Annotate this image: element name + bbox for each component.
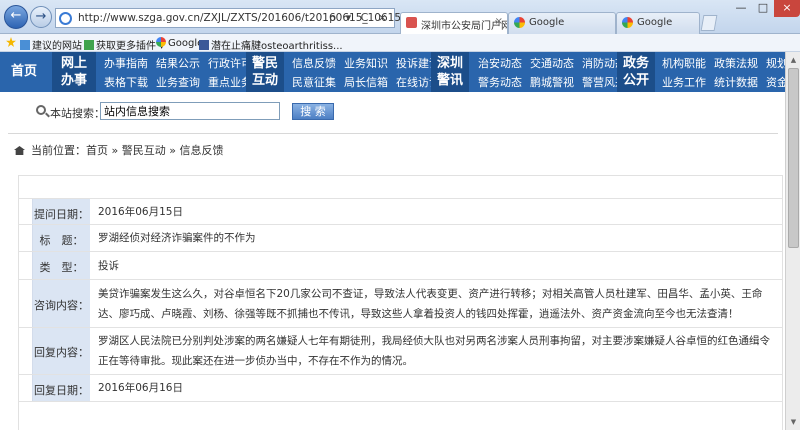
- google-favicon: [622, 17, 633, 28]
- google-favicon: [514, 17, 525, 28]
- nav-link[interactable]: 局长信箱: [344, 76, 388, 89]
- nav-link[interactable]: 统计数据: [714, 76, 758, 89]
- fav-google[interactable]: Google: [156, 37, 203, 49]
- nav-link[interactable]: 资金信息: [766, 76, 785, 89]
- nav-links-gov-affairs-row1: 机构职能政策法规规划计划: [662, 55, 785, 71]
- site-favicon: [406, 17, 417, 28]
- nav-link[interactable]: 表格下载: [104, 76, 148, 89]
- record-row-inquiry: 咨询内容： 美贷诈骗案发生这么久，对谷卓恒名下20几家公司不查证，导致法人代表变…: [18, 280, 783, 328]
- home-icon: [14, 146, 25, 155]
- nav-link[interactable]: 结果公示: [156, 57, 200, 70]
- field-value: 罗湖经侦对经济诈骗案件的不作为: [98, 232, 256, 244]
- nav-links-interaction-row2: 民意征集 局长信箱 在线访谈: [292, 74, 448, 90]
- record-row-type: 类 型： 投诉: [18, 252, 783, 280]
- field-label: 类 型：: [39, 261, 84, 274]
- scroll-thumb[interactable]: [788, 68, 799, 248]
- nav-link[interactable]: 政策法规: [714, 57, 758, 70]
- field-label: 咨询内容：: [34, 299, 89, 312]
- breadcrumb-text[interactable]: 当前位置：首页 » 警民互动 » 信息反馈: [31, 144, 223, 157]
- vertical-scrollbar[interactable]: ▲ ▼: [785, 52, 800, 430]
- nav-link[interactable]: 鹏城警视: [530, 76, 574, 89]
- favorites-bar: 建议的网站 ▾ 获取更多插件 ▾ Google 潜在止痛腱osteoarthri…: [0, 34, 800, 52]
- field-label: 标 题：: [39, 234, 84, 247]
- field-value: 美贷诈骗案发生这么久，对谷卓恒名下20几家公司不查证，导致法人代表变更、资产进行…: [98, 288, 763, 320]
- nav-link[interactable]: 警务动态: [478, 76, 522, 89]
- field-label: 回复内容：: [34, 346, 89, 359]
- nav-link[interactable]: 业务工作: [662, 76, 706, 89]
- field-label: 提问日期：: [34, 208, 89, 221]
- field-value: 2016年06月15日: [98, 206, 183, 218]
- search-label: 本站搜索：: [50, 107, 105, 120]
- nav-link[interactable]: 民意征集: [292, 76, 336, 89]
- search-button[interactable]: 搜 索: [292, 103, 334, 120]
- nav-link[interactable]: 信息反馈: [292, 57, 336, 70]
- nav-links-police-news-row2: 警务动态 鹏城警视 警营风采: [478, 74, 634, 90]
- address-controls[interactable]: ρ ▾ C ×: [329, 11, 390, 24]
- new-tab-button[interactable]: [700, 15, 718, 31]
- record-row-reply-date: 回复日期： 2016年06月16日: [18, 375, 783, 402]
- tab-szga[interactable]: 深圳市公安局门户网站 ×: [400, 12, 508, 34]
- nav-home[interactable]: 首页: [0, 52, 48, 92]
- search-icon: [36, 105, 46, 115]
- fav-get-addons[interactable]: 获取更多插件 ▾: [84, 37, 164, 52]
- nav-link[interactable]: 业务查询: [156, 76, 200, 89]
- close-window-button[interactable]: ×: [774, 0, 800, 17]
- nav-links-online-service-row1: 办事指南 结果公示 行政许可: [104, 55, 260, 71]
- fav-suggested-sites[interactable]: 建议的网站 ▾: [20, 37, 90, 52]
- nav-link[interactable]: 交通动态: [530, 57, 574, 70]
- field-value: 罗湖区人民法院已分别判处涉案的两名嫌疑人七年有期徒刑，我局经侦大队也对另两名涉案…: [98, 335, 770, 367]
- divider: [8, 133, 778, 134]
- nav-links-interaction-row1: 信息反馈 业务知识 投诉建议: [292, 55, 448, 71]
- browser-titlebar: ← → http://www.szga.gov.cn/ZXJL/ZXTS/201…: [0, 0, 800, 34]
- record-row-title: 标 题： 罗湖经侦对经济诈骗案件的不作为: [18, 225, 783, 252]
- record-row-reply: 回复内容： 罗湖区人民法院已分别判处涉案的两名嫌疑人七年有期徒刑，我局经侦大队也…: [18, 328, 783, 375]
- record-row-question-date: 提问日期： 2016年06月15日: [18, 198, 783, 225]
- scroll-down-icon[interactable]: ▼: [787, 415, 800, 429]
- close-tab-icon[interactable]: ×: [495, 16, 503, 27]
- nav-block-interaction[interactable]: 警民 互动: [246, 52, 284, 92]
- nav-link[interactable]: 机构职能: [662, 57, 706, 70]
- field-value: 2016年06月16日: [98, 382, 183, 394]
- tab-google-1[interactable]: Google: [508, 12, 616, 34]
- field-label: 回复日期：: [34, 384, 89, 397]
- search-input[interactable]: [100, 102, 280, 120]
- nav-link[interactable]: 业务知识: [344, 57, 388, 70]
- fav-facebook-link[interactable]: 潜在止痛腱osteoarthritiss...: [199, 37, 343, 52]
- nav-links-police-news-row1: 治安动态 交通动态 消防动态: [478, 55, 634, 71]
- field-value: 投诉: [98, 260, 119, 272]
- site-search: 本站搜索： 搜 索: [0, 92, 785, 132]
- tab-google-2[interactable]: Google: [616, 12, 700, 34]
- nav-link[interactable]: 规划计划: [766, 57, 785, 70]
- maximize-button[interactable]: □: [752, 0, 774, 17]
- nav-block-online-service[interactable]: 网上 办事: [52, 52, 96, 92]
- nav-block-gov-affairs[interactable]: 政务 公开: [617, 52, 655, 92]
- ie-icon: [59, 12, 72, 25]
- site-navigation: 首页 网上 办事 办事指南 结果公示 行政许可 表格下载 业务查询 重点业务 警民 互动 信…: [0, 52, 785, 92]
- back-button[interactable]: ←: [4, 5, 28, 29]
- nav-links-gov-affairs-row2: 业务工作统计数据资金信息: [662, 74, 785, 90]
- minimize-button[interactable]: —: [730, 0, 752, 17]
- nav-link[interactable]: 办事指南: [104, 57, 148, 70]
- favorites-star-icon[interactable]: [6, 37, 18, 49]
- scroll-up-icon[interactable]: ▲: [787, 53, 800, 67]
- nav-link[interactable]: 治安动态: [478, 57, 522, 70]
- nav-block-police-news[interactable]: 深圳 警讯: [431, 52, 469, 92]
- breadcrumb: 当前位置：首页 » 警民互动 » 信息反馈: [14, 142, 223, 158]
- forward-button[interactable]: →: [30, 6, 52, 28]
- nav-links-online-service-row2: 表格下载 业务查询 重点业务: [104, 74, 260, 90]
- address-bar[interactable]: http://www.szga.gov.cn/ZXJL/ZXTS/201606/…: [55, 8, 432, 28]
